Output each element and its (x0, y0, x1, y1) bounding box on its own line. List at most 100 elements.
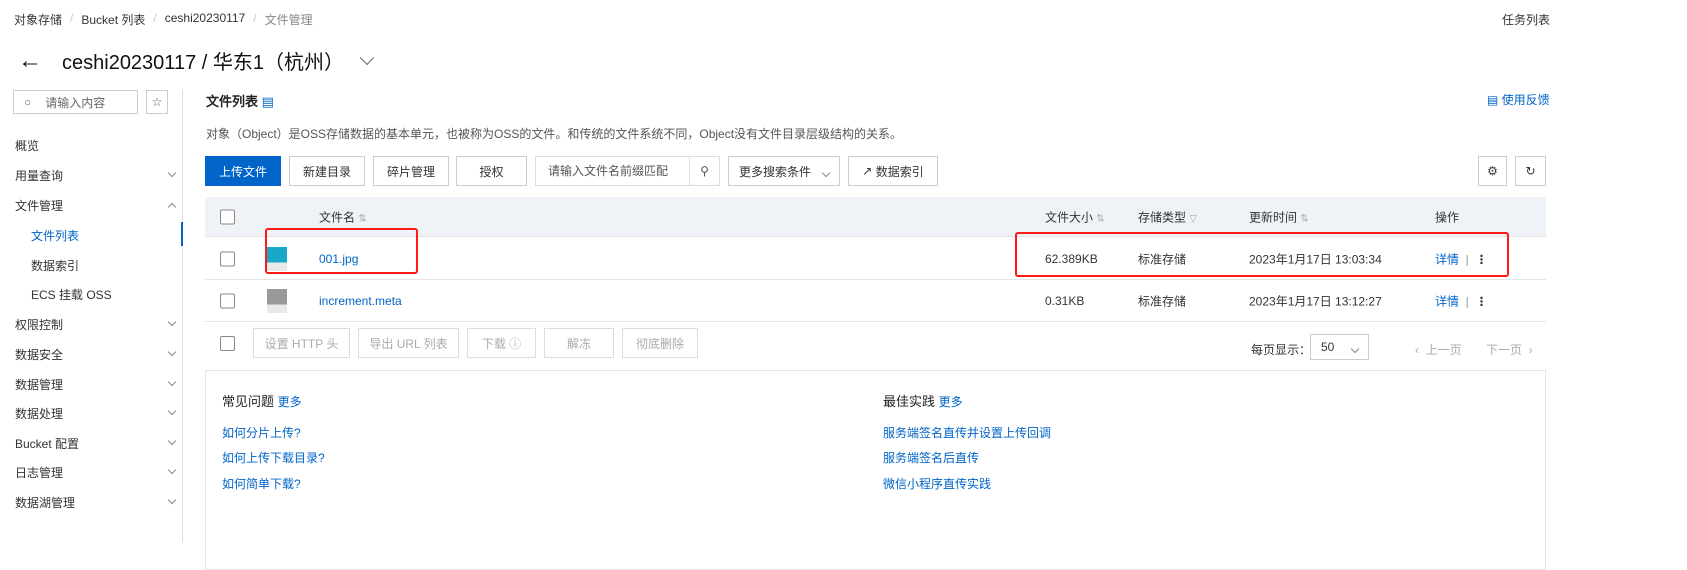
chevron-down-icon (167, 377, 177, 387)
col-updated[interactable]: 更新时间 ⇅ (1249, 208, 1309, 225)
table-row: increment.meta 0.31KB 标准存储 2023年1月17日 13… (205, 280, 1546, 322)
upload-button[interactable]: 上传文件 (205, 156, 281, 186)
delete-button[interactable]: 彻底删除 (622, 328, 698, 358)
faq-link[interactable]: 如何上传下载目录? (222, 449, 325, 466)
chevron-down-icon (167, 406, 177, 416)
highlight-box (265, 228, 418, 274)
refresh-icon: ↻ (1525, 164, 1536, 178)
actions: 详情 | ⋮ (1435, 294, 1488, 308)
sidebar-item-security[interactable]: 数据安全 (15, 346, 177, 363)
best-practice-link[interactable]: 微信小程序直传实践 (883, 475, 991, 492)
per-page-label: 每页显示： (1251, 343, 1312, 357)
file-icon (267, 288, 287, 313)
breadcrumb-oss[interactable]: 对象存储 (14, 11, 62, 28)
label: 存储类型 (1138, 210, 1187, 224)
search-icon[interactable]: ⚲ (689, 157, 719, 185)
gear-icon: ⚙ (1487, 164, 1498, 178)
row-checkbox[interactable] (220, 251, 235, 266)
feedback-label: 使用反馈 (1501, 93, 1550, 107)
export-url-button[interactable]: 导出 URL 列表 (358, 328, 459, 358)
next-page-button[interactable]: 下一页 › (1486, 341, 1533, 358)
col-name[interactable]: 文件名 ⇅ (319, 208, 367, 225)
label: 文件大小 (1045, 210, 1094, 224)
download-button[interactable]: 下载 ⓘ (467, 328, 536, 358)
breadcrumb-bucket[interactable]: ceshi20230117 (165, 11, 246, 28)
set-http-header-button[interactable]: 设置 HTTP 头 (253, 328, 350, 358)
sidebar-item-data-index[interactable]: 数据索引 (31, 257, 175, 274)
data-index-button[interactable]: ↗ 数据索引 (848, 156, 938, 186)
label: Bucket 配置 (15, 437, 80, 451)
breadcrumb-current: 文件管理 (264, 13, 313, 27)
chevron-down-icon (821, 168, 831, 177)
sidebar-item-permission[interactable]: 权限控制 (15, 316, 177, 333)
unfreeze-button[interactable]: 解冻 (544, 328, 614, 358)
sidebar-item-ecs-mount[interactable]: ECS 挂载 OSS (31, 286, 175, 303)
sort-icon: ⇅ (1300, 213, 1309, 224)
best-practice-link[interactable]: 服务端签名后直传 (883, 449, 979, 466)
best-more-link[interactable]: 更多 (939, 395, 963, 409)
page-title: ceshi20230117 / 华东1（杭州） (62, 52, 344, 74)
updated-time: 2023年1月17日 13:12:27 (1249, 294, 1382, 308)
task-list-link[interactable]: 任务列表 (1502, 11, 1550, 28)
more-icon[interactable]: ⋮ (1475, 294, 1487, 308)
back-arrow-icon[interactable]: ← (18, 47, 42, 75)
sort-icon: ⇅ (358, 213, 367, 224)
per-page-select[interactable]: 50 (1310, 334, 1369, 360)
search-icon: ○ (24, 95, 32, 109)
sidebar-search-input[interactable]: ○ 请输入内容 (13, 90, 138, 114)
chevron-down-icon (167, 495, 177, 505)
sidebar-item-data-mgmt[interactable]: 数据管理 (15, 376, 177, 393)
file-search-input[interactable]: 请输入文件名前缀匹配 ⚲ (535, 156, 720, 186)
col-size[interactable]: 文件大小 ⇅ (1045, 208, 1105, 225)
faq-link[interactable]: 如何分片上传? (222, 424, 301, 441)
faq-link[interactable]: 如何简单下载? (222, 475, 301, 492)
detail-link[interactable]: 详情 (1435, 294, 1459, 308)
settings-button[interactable]: ⚙ (1478, 156, 1507, 186)
faq-title: 常见问题 更多 (222, 391, 302, 410)
fragments-button[interactable]: 碎片管理 (373, 156, 449, 186)
chevron-down-icon[interactable] (359, 50, 375, 65)
select-all-checkbox[interactable] (220, 209, 235, 224)
sidebar-item-file-list[interactable]: 文件列表 (31, 227, 175, 244)
storage-type: 标准存储 (1138, 294, 1187, 308)
page-title-bar: ← ceshi20230117 / 华东1（杭州） (18, 46, 375, 75)
search-placeholder: 请输入内容 (45, 95, 106, 110)
label: 常见问题 (222, 394, 275, 409)
clipboard-icon[interactable]: ▤ (262, 94, 274, 109)
section-title: 文件列表 ▤ (206, 91, 274, 110)
authorize-button[interactable]: 授权 (456, 156, 527, 186)
faq-more-link[interactable]: 更多 (278, 395, 302, 409)
best-practice-link[interactable]: 服务端签名直传并设置上传回调 (883, 424, 1051, 441)
sidebar-item-file-mgmt[interactable]: 文件管理 (15, 197, 177, 214)
star-icon[interactable]: ☆ (146, 90, 168, 114)
sidebar-item-overview[interactable]: 概览 (15, 137, 175, 154)
sidebar-item-logs[interactable]: 日志管理 (15, 464, 177, 481)
new-directory-button[interactable]: 新建目录 (289, 156, 365, 186)
chevron-down-icon (167, 347, 177, 357)
sidebar-item-usage[interactable]: 用量查询 (15, 167, 177, 184)
more-search-dropdown[interactable]: 更多搜索条件 (728, 156, 840, 186)
feedback-icon: ▤ (1487, 93, 1502, 107)
sidebar-item-processing[interactable]: 数据处理 (15, 405, 177, 422)
chevron-down-icon (167, 168, 177, 178)
row-checkbox[interactable] (220, 293, 235, 308)
filter-icon[interactable]: ▽ (1189, 213, 1197, 224)
chevron-up-icon (167, 202, 177, 212)
feedback-link[interactable]: ▤ 使用反馈 (1487, 91, 1550, 108)
sidebar-item-bucket-config[interactable]: Bucket 配置 (15, 435, 177, 452)
file-name-link[interactable]: increment.meta (319, 294, 402, 308)
refresh-button[interactable]: ↻ (1515, 156, 1546, 186)
breadcrumb-bucket-list[interactable]: Bucket 列表 (81, 11, 145, 28)
label: 数据湖管理 (15, 496, 76, 510)
prev-page-button[interactable]: ‹ 上一页 (1415, 341, 1462, 358)
chevron-down-icon (167, 317, 177, 327)
label: ECS 挂载 OSS (31, 288, 112, 302)
col-storage[interactable]: 存储类型 ▽ (1138, 208, 1197, 225)
label: 更多搜索条件 (739, 164, 812, 179)
help-icon: ⓘ (509, 336, 522, 351)
sidebar-item-datalake[interactable]: 数据湖管理 (15, 494, 177, 511)
label: 上一页 (1425, 343, 1462, 357)
file-size: 0.31KB (1045, 293, 1085, 308)
bulk-select-checkbox[interactable] (220, 336, 235, 351)
sort-icon: ⇅ (1096, 213, 1105, 224)
